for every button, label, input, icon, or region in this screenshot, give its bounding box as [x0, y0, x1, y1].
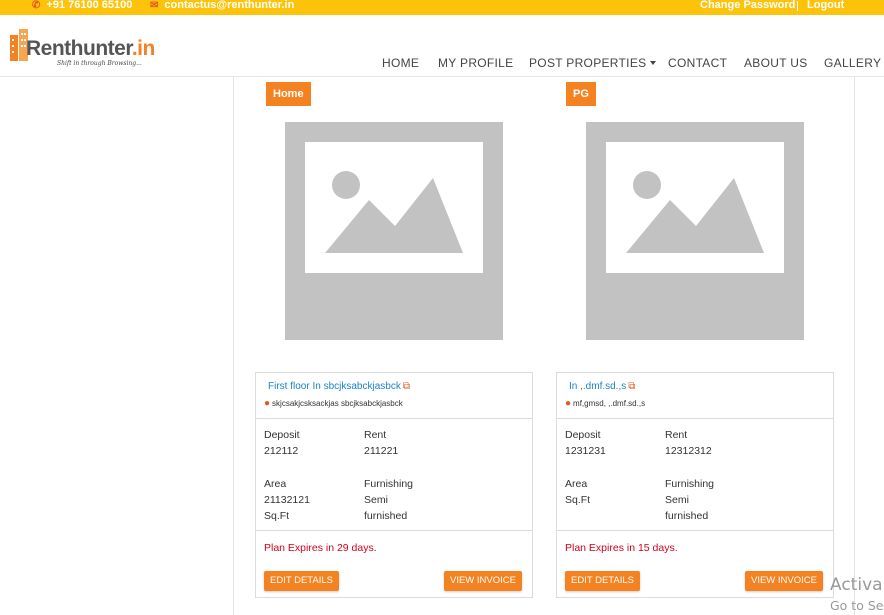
nav-contact[interactable]: CONTACT	[668, 56, 727, 70]
rent-value: 12312312	[665, 445, 712, 457]
edit-details-button[interactable]: EDIT DETAILS	[565, 571, 640, 591]
topbar-divider	[797, 1, 798, 11]
property-address-text: skjcsakjcsksackjas sbcjksabckjasbck	[272, 399, 403, 408]
logo-tagline: Shift in through Browsing...	[57, 60, 142, 67]
email-address[interactable]: contactus@renthunter.in	[164, 0, 294, 11]
view-invoice-button[interactable]: VIEW INVOICE	[444, 571, 522, 591]
property-type-badge: Home	[266, 82, 311, 106]
rent-label: Rent	[364, 429, 387, 441]
furnishing-label: Furnishing	[364, 478, 414, 490]
change-password-link[interactable]: Change Password	[700, 0, 795, 15]
nav-my-profile[interactable]: MY PROFILE	[438, 56, 513, 70]
activation-watermark-sub: Go to Se	[830, 598, 884, 613]
caret-down-icon	[650, 61, 657, 65]
deposit-value: 1231231	[565, 445, 606, 457]
edit-details-button[interactable]: EDIT DETAILS	[264, 571, 339, 591]
property-details: First floor In sbcjksabckjasbck ⧉ ● skjcsa…	[255, 372, 533, 598]
property-details: In ,.dmf.sd.,s ⧉ ● mf,gmsd, ,.dmf.sd.,s De…	[556, 372, 834, 598]
divider	[256, 418, 532, 419]
image-placeholder-icon	[586, 122, 804, 340]
area-label: Area	[565, 478, 588, 490]
divider	[256, 530, 532, 531]
nav-about-us[interactable]: ABOUT US	[744, 56, 808, 70]
property-title-link[interactable]: First floor In sbcjksabckjasbck ⧉	[268, 381, 410, 392]
logo-brand-accent: .in	[131, 37, 156, 60]
plan-expiry-text: Plan Expires in 29 days.	[264, 542, 377, 554]
phone-icon: ✆	[32, 0, 41, 11]
furnishing-value-cont: furnished	[364, 510, 408, 522]
nav-post-properties[interactable]: POST PROPERTIES	[529, 56, 657, 70]
view-invoice-button[interactable]: VIEW INVOICE	[745, 571, 823, 591]
property-card: Home First floor In sbcjksabckjasbck ⧉ ● s…	[255, 77, 535, 599]
nav-home[interactable]: HOME	[382, 56, 419, 70]
property-list: Home First floor In sbcjksabckjasbck ⧉ ● s…	[233, 77, 855, 615]
logo-wordmark: Renthunter.in	[26, 37, 155, 61]
top-contact-bar: ✆ +91 76100 65100 ✉ contactus@renthunter.i…	[0, 0, 884, 15]
activation-watermark: Activa	[830, 575, 883, 595]
area-unit: Sq.Ft	[565, 494, 591, 506]
external-link-icon[interactable]: ⧉	[403, 381, 410, 392]
rent-value: 211221	[364, 445, 399, 457]
nav-post-properties-label: POST PROPERTIES	[529, 56, 647, 70]
map-marker-icon: ●	[264, 398, 271, 409]
furnishing-value-cont: furnished	[665, 510, 709, 522]
deposit-label: Deposit	[565, 429, 601, 441]
image-placeholder-icon	[285, 122, 503, 340]
furnishing-value: Semi	[364, 494, 388, 506]
external-link-icon[interactable]: ⧉	[628, 381, 635, 392]
property-title[interactable]: First floor In sbcjksabckjasbck	[268, 381, 401, 392]
envelope-icon: ✉	[150, 0, 159, 11]
area-label: Area	[264, 478, 287, 490]
email-contact[interactable]: ✉ contactus@renthunter.in	[150, 0, 294, 15]
property-address: ● skjcsakjcsksackjas sbcjksabckjasbck	[264, 398, 403, 409]
phone-contact: ✆ +91 76100 65100	[32, 0, 132, 15]
property-card: PG In ,.dmf.sd.,s ⧉ ● mf,gmsd, ,.dmf.sd.,s…	[556, 77, 836, 599]
divider	[557, 418, 833, 419]
map-marker-icon: ●	[565, 398, 572, 409]
property-title[interactable]: In ,.dmf.sd.,s	[569, 381, 626, 392]
main-navbar: Renthunter.in Shift in through Browsing.…	[0, 15, 884, 77]
property-type-badge: PG	[566, 82, 596, 106]
area-unit: Sq.Ft	[264, 510, 290, 522]
divider	[557, 530, 833, 531]
site-logo[interactable]: Renthunter.in Shift in through Browsing.…	[8, 27, 155, 71]
nav-gallery[interactable]: GALLERY	[824, 56, 881, 70]
deposit-label: Deposit	[264, 429, 300, 441]
property-address-text: mf,gmsd, ,.dmf.sd.,s	[573, 399, 646, 408]
logout-link[interactable]: Logout	[807, 0, 844, 15]
plan-expiry-text: Plan Expires in 15 days.	[565, 542, 678, 554]
logo-brand-main: Renthunter	[26, 37, 132, 60]
furnishing-label: Furnishing	[665, 478, 715, 490]
property-title-link[interactable]: In ,.dmf.sd.,s ⧉	[569, 381, 635, 392]
property-address: ● mf,gmsd, ,.dmf.sd.,s	[565, 398, 645, 409]
phone-number: +91 76100 65100	[46, 0, 133, 11]
rent-label: Rent	[665, 429, 688, 441]
furnishing-value: Semi	[665, 494, 689, 506]
deposit-value: 212112	[264, 445, 299, 457]
area-value: 21132121	[264, 494, 310, 506]
